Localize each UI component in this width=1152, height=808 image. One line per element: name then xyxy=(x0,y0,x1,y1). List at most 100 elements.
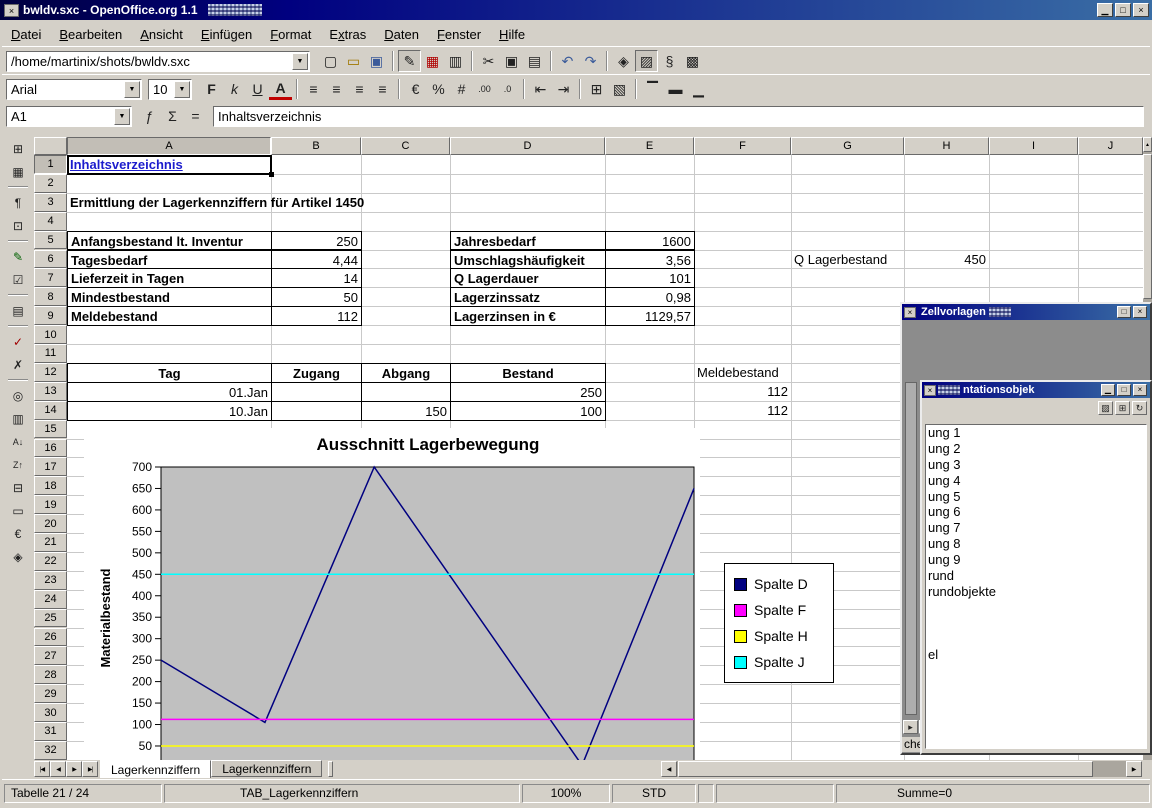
tab-bar-splitter[interactable] xyxy=(328,761,333,777)
url-dropdown-icon[interactable]: ▼ xyxy=(292,53,308,70)
number-format-standard-icon[interactable]: # xyxy=(450,78,473,100)
row-header-5[interactable]: 5 xyxy=(34,231,67,250)
stylist-window-menu-icon[interactable]: × xyxy=(904,307,916,318)
row-header-27[interactable]: 27 xyxy=(34,646,67,665)
objects-window-menu-icon[interactable]: × xyxy=(924,385,936,396)
align-center-icon[interactable]: ≡ xyxy=(325,78,348,100)
sort-descending-icon[interactable]: Z↑ xyxy=(6,454,30,475)
row-header-29[interactable]: 29 xyxy=(34,684,67,703)
increase-indent-icon[interactable]: ⇥ xyxy=(552,78,575,100)
scroll-right-button[interactable]: ▶ xyxy=(1126,761,1142,777)
paste-icon[interactable]: ▤ xyxy=(523,50,546,72)
row-header-2[interactable]: 2 xyxy=(34,174,67,193)
style-list-item[interactable] xyxy=(926,632,1146,648)
datapilot-icon[interactable]: ▥ xyxy=(6,408,30,429)
row-header-30[interactable]: 30 xyxy=(34,703,67,722)
style-list-item[interactable]: rund xyxy=(926,568,1146,584)
horizontal-scroll-thumb[interactable] xyxy=(678,761,1093,777)
cell-D12[interactable]: Bestand xyxy=(450,363,606,383)
font-name-combobox[interactable]: Arial ▼ xyxy=(6,79,142,100)
row-header-19[interactable]: 19 xyxy=(34,495,67,514)
row-header-12[interactable]: 12 xyxy=(34,363,67,382)
style-list-item[interactable] xyxy=(926,600,1146,616)
insert-cells-icon[interactable]: ▦ xyxy=(6,161,30,182)
cell-D8[interactable]: Lagerzinssatz xyxy=(450,287,606,307)
vertical-scroll-thumb[interactable] xyxy=(1143,154,1152,299)
column-header-e[interactable]: E xyxy=(605,137,694,155)
underline-icon[interactable]: U xyxy=(246,78,269,100)
style-list-item[interactable]: rundobjekte xyxy=(926,584,1146,600)
horizontal-scrollbar[interactable]: ◀ ▶ xyxy=(661,761,1142,777)
menu-fenster[interactable]: Fenster xyxy=(428,22,490,46)
maximize-button[interactable]: □ xyxy=(1115,3,1131,17)
euroconverter-icon[interactable]: € xyxy=(6,523,30,544)
copy-icon[interactable]: ▣ xyxy=(500,50,523,72)
objects-stick-button[interactable]: □ xyxy=(1117,384,1131,396)
cell-A12[interactable]: Tag xyxy=(67,363,272,383)
next-sheet-button[interactable]: ▶ xyxy=(66,761,82,777)
new-style-icon[interactable]: ⊞ xyxy=(1115,401,1130,415)
cell-B12[interactable]: Zugang xyxy=(271,363,362,383)
row-header-32[interactable]: 32 xyxy=(34,741,67,760)
cell-E9[interactable]: 1129,57 xyxy=(605,306,695,326)
font-size-dropdown-icon[interactable]: ▼ xyxy=(174,81,190,98)
name-box[interactable]: A1 ▼ xyxy=(6,106,132,127)
row-header-3[interactable]: 3 xyxy=(34,193,67,212)
spellcheck-icon[interactable]: ✓ xyxy=(6,331,30,352)
print-file-icon[interactable]: ▥ xyxy=(444,50,467,72)
fill-format-mode-icon[interactable]: ▨ xyxy=(1098,401,1113,415)
autoformat-icon[interactable]: ▤ xyxy=(6,300,30,321)
cell-A5[interactable]: Anfangsbestand lt. Inventur xyxy=(67,231,272,251)
align-justify-icon[interactable]: ≡ xyxy=(371,78,394,100)
close-button[interactable]: × xyxy=(1133,3,1149,17)
sheet-tab-lagerkennziffern-2[interactable]: Lagerkennziffern xyxy=(211,760,322,777)
cell-reference-input[interactable]: A1 xyxy=(7,109,113,124)
row-header-13[interactable]: 13 xyxy=(34,382,67,401)
style-list-item[interactable]: ung 2 xyxy=(926,441,1146,457)
cell-C12[interactable]: Abgang xyxy=(361,363,451,383)
row-header-4[interactable]: 4 xyxy=(34,212,67,231)
row-header-21[interactable]: 21 xyxy=(34,533,67,552)
group-icon[interactable]: ⊟ xyxy=(6,477,30,498)
last-sheet-button[interactable]: ▶| xyxy=(82,761,98,777)
menu-datei[interactable]: Datei xyxy=(2,22,50,46)
menu-format[interactable]: Format xyxy=(261,22,320,46)
formula-input-line[interactable]: Inhaltsverzeichnis xyxy=(213,106,1144,127)
font-name-dropdown-icon[interactable]: ▼ xyxy=(124,81,140,98)
font-size-combobox[interactable]: 10 ▼ xyxy=(148,79,192,100)
style-list-item[interactable]: el xyxy=(926,647,1146,663)
column-header-a[interactable]: A xyxy=(67,137,271,155)
save-document-icon[interactable]: ▣ xyxy=(365,50,388,72)
row-header-14[interactable]: 14 xyxy=(34,401,67,420)
font-size-input[interactable]: 10 xyxy=(149,82,173,97)
cell-D14[interactable]: 100 xyxy=(450,401,606,421)
cell-F13[interactable]: 112 xyxy=(694,382,791,401)
column-header-f[interactable]: F xyxy=(694,137,791,155)
status-field-empty-2[interactable] xyxy=(716,784,834,803)
column-header-b[interactable]: B xyxy=(271,137,361,155)
column-header-i[interactable]: I xyxy=(989,137,1078,155)
cell-B8[interactable]: 50 xyxy=(271,287,362,307)
column-header-d[interactable]: D xyxy=(450,137,605,155)
column-header-h[interactable]: H xyxy=(904,137,989,155)
row-header-16[interactable]: 16 xyxy=(34,439,67,458)
cell-D13[interactable]: 250 xyxy=(450,382,606,402)
number-format-currency-icon[interactable]: € xyxy=(404,78,427,100)
cell-B13[interactable] xyxy=(271,382,362,402)
undo-icon[interactable]: ↶ xyxy=(556,50,579,72)
stylist-window-titlebar[interactable]: ×Zellvorlagen□× xyxy=(902,304,1150,320)
cell-A9[interactable]: Meldebestand xyxy=(67,306,272,326)
cell-F12[interactable]: Meldebestand xyxy=(694,363,791,382)
open-document-icon[interactable]: ▭ xyxy=(342,50,365,72)
menu-bearbeiten[interactable]: Bearbeiten xyxy=(50,22,131,46)
function-autopilot-icon[interactable]: ƒ xyxy=(138,105,161,127)
cell-E8[interactable]: 0,98 xyxy=(605,287,695,307)
bold-icon[interactable]: F xyxy=(200,78,223,100)
cell-D6[interactable]: Umschlagshäufigkeit xyxy=(450,250,606,270)
align-right-icon[interactable]: ≡ xyxy=(348,78,371,100)
row-header-8[interactable]: 8 xyxy=(34,287,67,306)
style-list-item[interactable]: ung 8 xyxy=(926,536,1146,552)
cell-B5[interactable]: 250 xyxy=(271,231,362,251)
insert-note-icon[interactable]: ▭ xyxy=(6,500,30,521)
menu-ansicht[interactable]: Ansicht xyxy=(131,22,192,46)
